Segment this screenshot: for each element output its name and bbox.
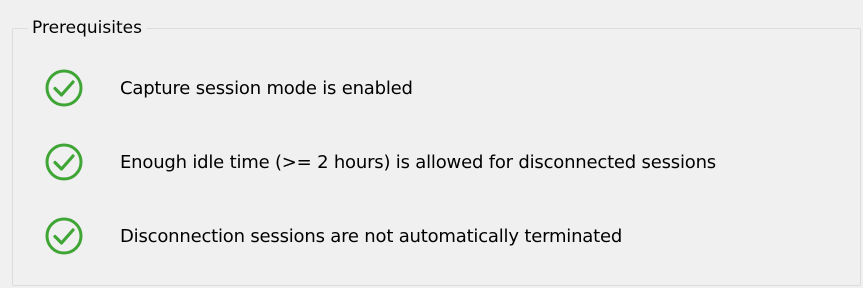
check-circle-icon <box>45 69 83 107</box>
prerequisites-title: Prerequisites <box>28 17 146 39</box>
prerequisite-item-idle-time: Enough idle time (>= 2 hours) is allowed… <box>44 142 716 182</box>
prerequisite-item-disconnection: Disconnection sessions are not automatic… <box>44 216 622 256</box>
check-circle-icon <box>45 143 83 181</box>
prerequisite-item-capture-session: Capture session mode is enabled <box>44 68 413 108</box>
prerequisite-label: Enough idle time (>= 2 hours) is allowed… <box>120 151 716 173</box>
prerequisite-label: Disconnection sessions are not automatic… <box>120 225 623 247</box>
check-circle-icon <box>45 217 83 255</box>
prerequisite-label: Capture session mode is enabled <box>120 77 413 99</box>
